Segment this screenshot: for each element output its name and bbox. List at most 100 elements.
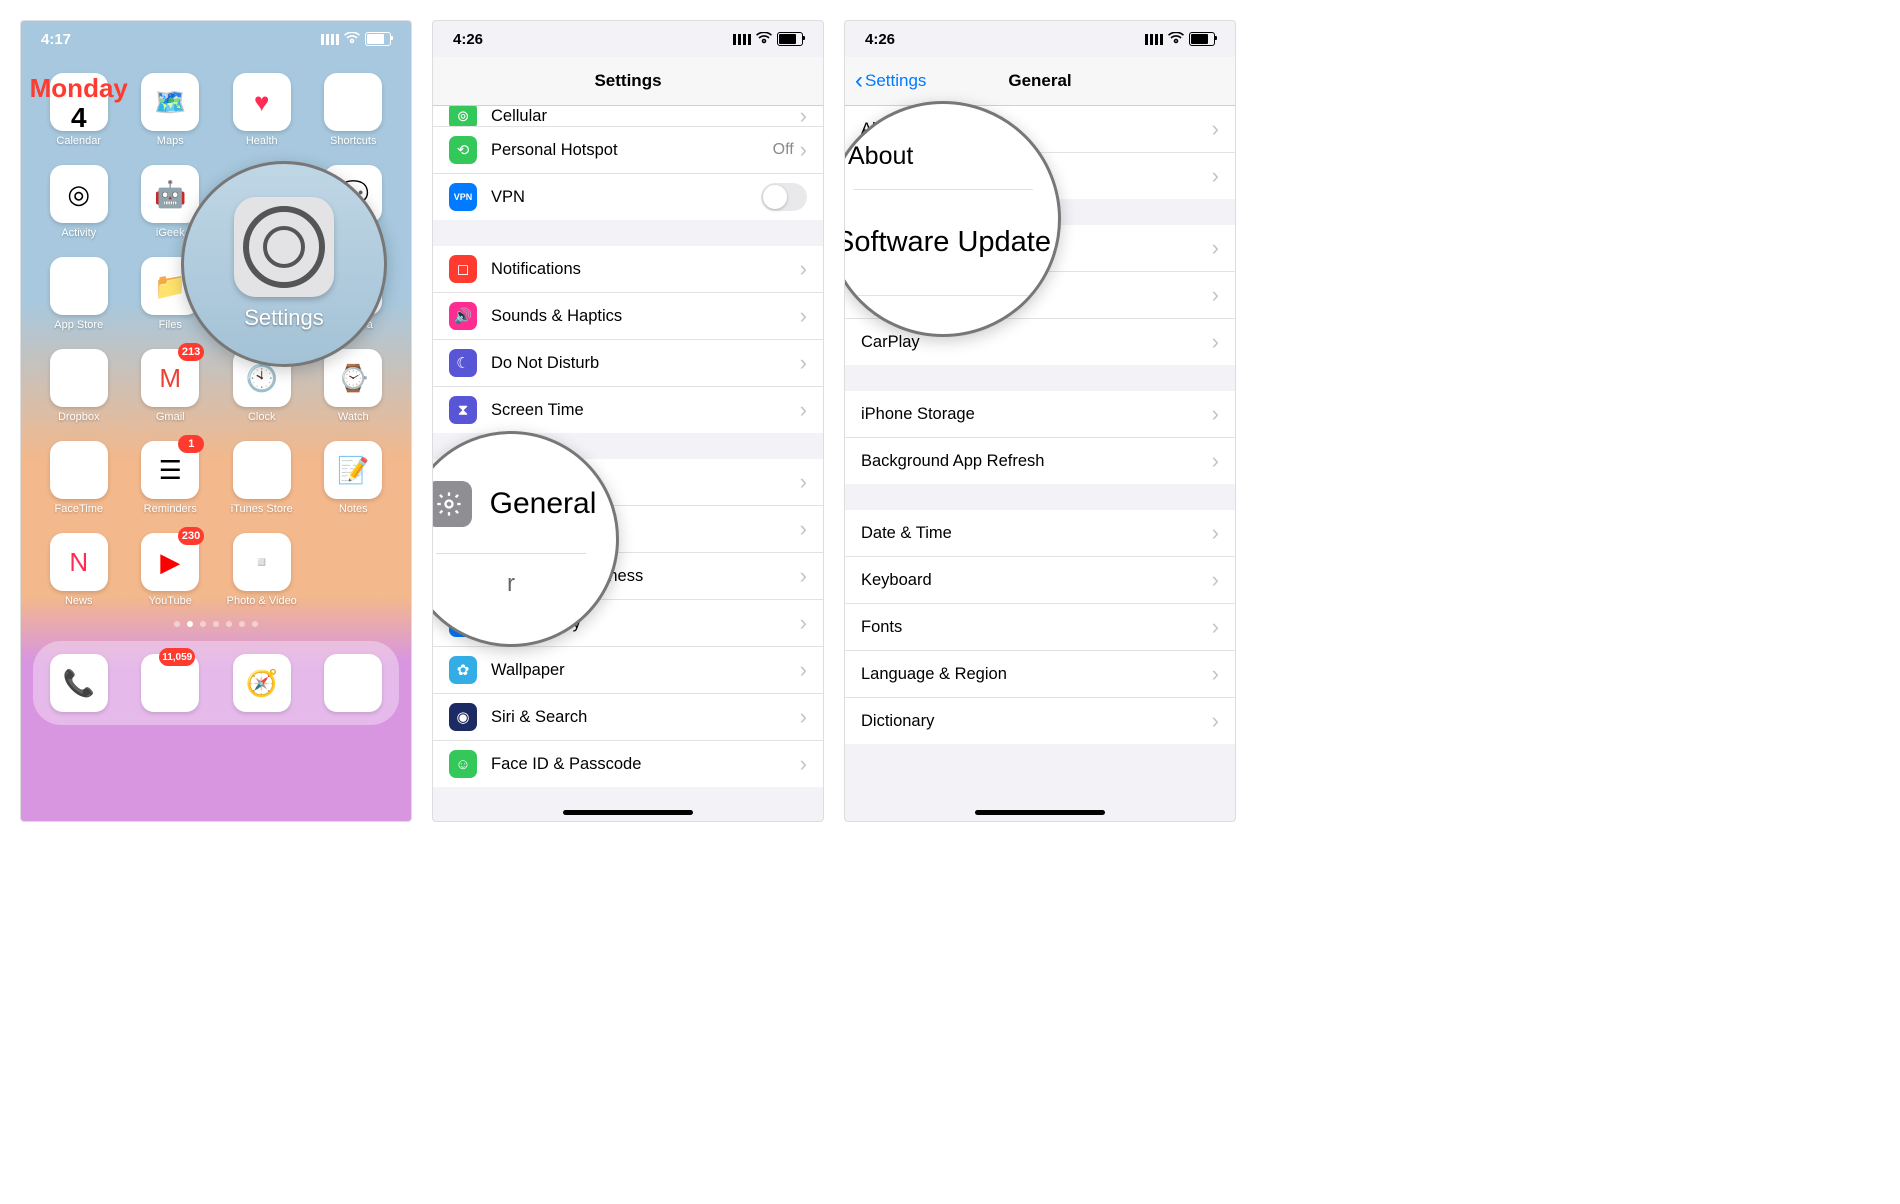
app-health[interactable]: ♥Health [222, 73, 302, 147]
row-notifications[interactable]: ◻Notifications› [433, 246, 823, 293]
clock: 4:26 [453, 31, 483, 48]
nav-bar: Settings [433, 57, 823, 106]
antenna-icon: ⊚ [449, 106, 477, 127]
chevron-right-icon: › [1212, 569, 1219, 591]
app-folder-photo-video[interactable]: ▫️Photo & Video [222, 533, 302, 607]
chevron-right-icon: › [1212, 616, 1219, 638]
home-indicator[interactable] [563, 810, 693, 815]
app-reminders[interactable]: 1☰Reminders [130, 441, 210, 515]
row-about-zoomed[interactable]: About [848, 142, 913, 171]
home-indicator[interactable] [975, 810, 1105, 815]
app-dropbox[interactable]: ⧈Dropbox [39, 349, 119, 423]
calendar-day-num: 4 [71, 104, 87, 132]
flower-icon: ✿ [449, 656, 477, 684]
battery-icon [777, 32, 803, 46]
row-personal-hotspot[interactable]: ⟲Personal HotspotOff› [433, 127, 823, 174]
chevron-right-icon: › [800, 565, 807, 587]
vpn-toggle[interactable] [761, 183, 807, 211]
app-calendar[interactable]: Monday4Calendar [39, 73, 119, 147]
link-icon: ⟲ [449, 136, 477, 164]
chevron-right-icon: › [1212, 237, 1219, 259]
chevron-right-icon: › [1212, 284, 1219, 306]
battery-icon [1189, 32, 1215, 46]
hourglass-icon: ⧗ [449, 396, 477, 424]
row-sounds[interactable]: 🔊Sounds & Haptics› [433, 293, 823, 340]
row-dictionary[interactable]: Dictionary› [845, 698, 1235, 744]
gear-icon [432, 481, 472, 527]
chevron-right-icon: › [800, 399, 807, 421]
wifi-icon [756, 31, 772, 48]
row-screen-time[interactable]: ⧗Screen Time› [433, 387, 823, 433]
chevron-right-icon: › [800, 471, 807, 493]
chevron-right-icon: › [1212, 118, 1219, 140]
chevron-right-icon: › [800, 258, 807, 280]
magnifier-settings-app: Settings [181, 161, 387, 367]
row-faceid[interactable]: ☺Face ID & Passcode› [433, 741, 823, 787]
signal-icon [321, 34, 339, 45]
row-cellular[interactable]: ⊚Cellular› [433, 106, 823, 127]
vpn-icon: VPN [449, 183, 477, 211]
dock-safari[interactable]: 🧭 [231, 654, 293, 712]
app-facetime[interactable]: ▮FaceTime [39, 441, 119, 515]
app-news[interactable]: NNews [39, 533, 119, 607]
notifications-icon: ◻ [449, 255, 477, 283]
back-button[interactable]: ‹Settings [855, 67, 926, 95]
screenshot-home: 4:17 Monday4Calendar 🗺️Maps ♥Health ✦Sho… [20, 20, 412, 822]
app-itunes[interactable]: ★iTunes Store [222, 441, 302, 515]
app-notes[interactable]: 📝Notes [313, 441, 393, 515]
calendar-day-name: Monday [30, 73, 128, 104]
siri-icon: ◉ [449, 703, 477, 731]
app-watch[interactable]: ⌚Watch [313, 349, 393, 423]
chevron-right-icon: › [800, 753, 807, 775]
chevron-right-icon: › [1212, 710, 1219, 732]
hotspot-value: Off [773, 141, 794, 159]
row-storage[interactable]: iPhone Storage› [845, 391, 1235, 438]
app-gmail[interactable]: 213MGmail [130, 349, 210, 423]
gear-icon [243, 206, 325, 288]
chevron-right-icon: › [800, 305, 807, 327]
row-fonts[interactable]: Fonts› [845, 604, 1235, 651]
status-bar: 4:26 [845, 21, 1235, 57]
row-vpn[interactable]: VPNVPN [433, 174, 823, 220]
dock-music[interactable]: ♫ [322, 654, 384, 712]
chevron-right-icon: › [1212, 663, 1219, 685]
chevron-right-icon: › [800, 352, 807, 374]
app-activity[interactable]: ◎Activity [39, 165, 119, 239]
app-appstore[interactable]: ⒶApp Store [39, 257, 119, 331]
chevron-right-icon: › [1212, 165, 1219, 187]
wifi-icon [1168, 31, 1184, 48]
wifi-icon [344, 31, 360, 48]
faceid-icon: ☺ [449, 750, 477, 778]
row-dnd[interactable]: ☾Do Not Disturb› [433, 340, 823, 387]
chevron-right-icon: › [1212, 522, 1219, 544]
dock: 📞 11,059✉ 🧭 ♫ [33, 641, 399, 725]
app-shortcuts[interactable]: ✦Shortcuts [313, 73, 393, 147]
badge-reminders: 1 [178, 435, 204, 453]
signal-icon [1145, 34, 1163, 45]
clock: 4:17 [41, 31, 71, 48]
row-background-refresh[interactable]: Background App Refresh› [845, 438, 1235, 484]
badge-mail: 11,059 [159, 648, 195, 666]
app-maps[interactable]: 🗺️Maps [130, 73, 210, 147]
row-siri[interactable]: ◉Siri & Search› [433, 694, 823, 741]
moon-icon: ☾ [449, 349, 477, 377]
status-bar: 4:26 [433, 21, 823, 57]
row-language[interactable]: Language & Region› [845, 651, 1235, 698]
dock-mail[interactable]: 11,059✉ [139, 654, 201, 712]
dock-phone[interactable]: 📞 [48, 654, 110, 712]
app-youtube[interactable]: 230▶YouTube [130, 533, 210, 607]
chevron-right-icon: › [1212, 450, 1219, 472]
magnifier-sub-row: r [436, 553, 586, 598]
row-general-zoomed[interactable]: General [432, 481, 596, 527]
chevron-right-icon: › [1212, 403, 1219, 425]
settings-app-icon[interactable] [234, 197, 334, 297]
row-software-update-zoomed[interactable]: Software Update [844, 226, 1051, 259]
row-date-time[interactable]: Date & Time› [845, 510, 1235, 557]
status-bar: 4:17 [21, 21, 411, 57]
row-keyboard[interactable]: Keyboard› [845, 557, 1235, 604]
screenshot-general: 4:26 ‹Settings General About› Software U… [844, 20, 1236, 822]
sounds-icon: 🔊 [449, 302, 477, 330]
row-wallpaper[interactable]: ✿Wallpaper› [433, 647, 823, 694]
page-indicator[interactable] [21, 621, 411, 627]
screenshot-settings: 4:26 Settings ⊚Cellular› ⟲Personal Hotsp… [432, 20, 824, 822]
